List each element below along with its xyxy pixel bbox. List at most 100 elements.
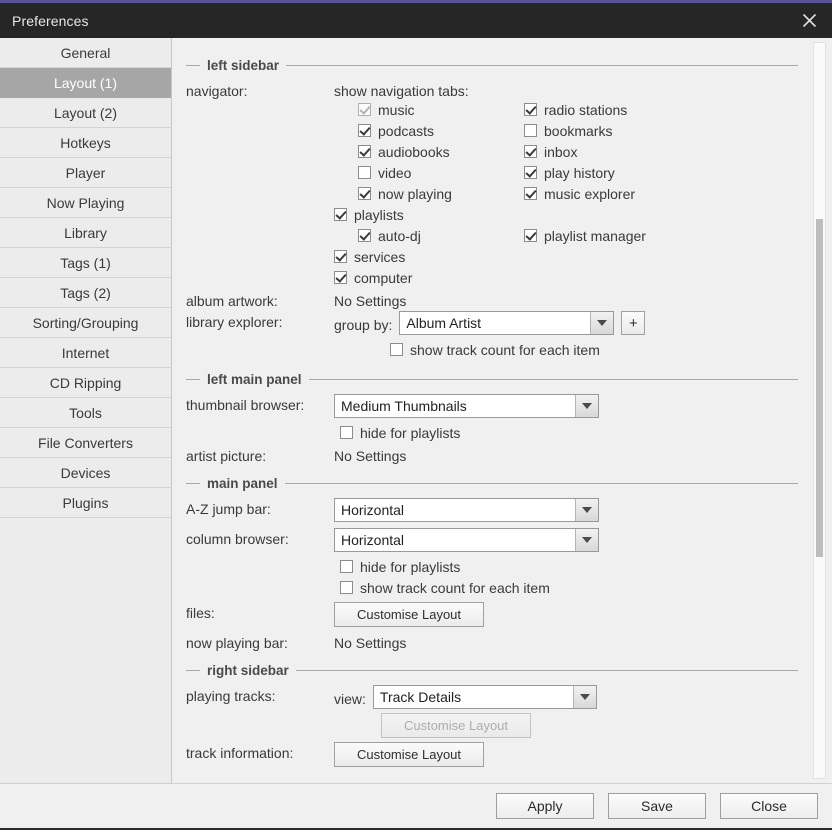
checkbox-row-column-hide-for-playlists[interactable]: hide for playlists (340, 556, 798, 577)
row-album-artwork: album artwork: No Settings (186, 290, 798, 309)
thumbnail-browser-dropdown[interactable]: Medium Thumbnails (334, 394, 599, 418)
sidebar-item-now-playing[interactable]: Now Playing (0, 188, 171, 218)
section-header-left-sidebar: left sidebar (186, 56, 798, 74)
az-jump-bar-field: Horizontal (334, 498, 798, 522)
playing-tracks-field: view: Track Details Customise Layout (334, 685, 798, 738)
track-information-customise-layout-button[interactable]: Customise Layout (334, 742, 484, 767)
sidebar-item-tags-2[interactable]: Tags (2) (0, 278, 171, 308)
checkbox-thumbnail-hide-for-playlists[interactable] (340, 426, 353, 439)
checkbox-row-playlists[interactable]: playlists (334, 204, 524, 225)
sidebar-item-plugins[interactable]: Plugins (0, 488, 171, 518)
checkbox-radio-stations[interactable] (524, 103, 537, 116)
checkbox-row-video[interactable]: video (358, 162, 524, 183)
checkbox-row-podcasts[interactable]: podcasts (358, 120, 524, 141)
checkbox-row-radio-stations[interactable]: radio stations (524, 99, 798, 120)
section-title: left main panel (207, 372, 302, 387)
content-scrollbar[interactable] (813, 42, 826, 779)
checkbox-music-explorer[interactable] (524, 187, 537, 200)
checkbox-audiobooks[interactable] (358, 145, 371, 158)
add-group-by-button[interactable]: + (621, 311, 645, 335)
checkbox-row-inbox[interactable]: inbox (524, 141, 798, 162)
sidebar-item-library[interactable]: Library (0, 218, 171, 248)
checkbox-auto-dj[interactable] (358, 229, 371, 242)
checkbox-row-computer[interactable]: computer (334, 267, 524, 288)
scrollbar-thumb[interactable] (816, 219, 823, 557)
checkbox-podcasts[interactable] (358, 124, 371, 137)
row-now-playing-bar: now playing bar: No Settings (186, 632, 798, 651)
sidebar-item-layout-1[interactable]: Layout (1) (0, 68, 171, 98)
nav-item-label: Library (64, 225, 107, 241)
checkbox-now-playing[interactable] (358, 187, 371, 200)
checkbox-music[interactable] (358, 103, 371, 116)
checkbox-row-music[interactable]: music (358, 99, 524, 120)
checkbox-row-column-show-track-count[interactable]: show track count for each item (340, 577, 798, 598)
now-playing-bar-field: No Settings (334, 632, 798, 651)
column-browser-dropdown[interactable]: Horizontal (334, 528, 599, 552)
sidebar-item-general[interactable]: General (0, 38, 171, 68)
nav-item-label: Sorting/Grouping (33, 315, 139, 331)
checkbox-services[interactable] (334, 250, 347, 263)
playing-tracks-customise-layout-button[interactable]: Customise Layout (381, 713, 531, 738)
nav-item-label: Plugins (63, 495, 109, 511)
group-by-dropdown[interactable]: Album Artist (399, 311, 614, 335)
checkbox-row-play-history[interactable]: play history (524, 162, 798, 183)
column-browser-field: Horizontal hide for playlists show track… (334, 528, 798, 598)
view-dropdown[interactable]: Track Details (373, 685, 597, 709)
checkbox-row-music-explorer[interactable]: music explorer (524, 183, 798, 204)
sidebar-item-sorting-grouping[interactable]: Sorting/Grouping (0, 308, 171, 338)
checkbox-playlists[interactable] (334, 208, 347, 221)
checkbox-label: inbox (544, 144, 577, 160)
section-rule (285, 483, 798, 484)
dialog-footer: Apply Save Close (0, 783, 832, 828)
checkbox-row-auto-dj[interactable]: auto-dj (358, 225, 524, 246)
sidebar-item-tags-1[interactable]: Tags (1) (0, 248, 171, 278)
files-field: Customise Layout (334, 602, 798, 627)
checkbox-row-playlist-manager[interactable]: playlist manager (524, 225, 798, 246)
checkbox-label: services (354, 249, 405, 265)
checkbox-row-library-show-track-count[interactable]: show track count for each item (390, 339, 798, 360)
sidebar-item-layout-2[interactable]: Layout (2) (0, 98, 171, 128)
sidebar-item-player[interactable]: Player (0, 158, 171, 188)
chevron-down-icon (573, 686, 596, 708)
navigator-label: navigator: (186, 80, 334, 99)
close-button[interactable]: Close (720, 793, 818, 819)
row-artist-picture: artist picture: No Settings (186, 445, 798, 464)
sidebar-item-hotkeys[interactable]: Hotkeys (0, 128, 171, 158)
column-browser-value: Horizontal (335, 529, 575, 551)
az-jump-bar-dropdown[interactable]: Horizontal (334, 498, 599, 522)
checkbox-row-bookmarks[interactable]: bookmarks (524, 120, 798, 141)
save-button[interactable]: Save (608, 793, 706, 819)
window-title: Preferences (0, 13, 89, 29)
close-icon[interactable] (786, 3, 832, 38)
checkbox-row-thumbnail-hide-for-playlists[interactable]: hide for playlists (340, 422, 798, 443)
checkbox-row-audiobooks[interactable]: audiobooks (358, 141, 524, 162)
checkbox-row-now-playing[interactable]: now playing (358, 183, 524, 204)
checkbox-inbox[interactable] (524, 145, 537, 158)
sidebar-item-tools[interactable]: Tools (0, 398, 171, 428)
checkbox-play-history[interactable] (524, 166, 537, 179)
checkbox-computer[interactable] (334, 271, 347, 284)
checkbox-library-show-track-count[interactable] (390, 343, 403, 356)
checkbox-label: show track count for each item (410, 342, 600, 358)
section-dash (186, 670, 200, 671)
row-library-explorer: library explorer: group by: Album Artist… (186, 311, 798, 360)
album-artwork-label: album artwork: (186, 290, 334, 309)
checkbox-row-services[interactable]: services (334, 246, 524, 267)
checkbox-bookmarks[interactable] (524, 124, 537, 137)
sidebar-item-cd-ripping[interactable]: CD Ripping (0, 368, 171, 398)
apply-button[interactable]: Apply (496, 793, 594, 819)
sidebar-item-file-converters[interactable]: File Converters (0, 428, 171, 458)
files-customise-layout-button[interactable]: Customise Layout (334, 602, 484, 627)
checkbox-playlist-manager[interactable] (524, 229, 537, 242)
checkbox-column-hide-for-playlists[interactable] (340, 560, 353, 573)
sidebar-item-devices[interactable]: Devices (0, 458, 171, 488)
nav-item-label: General (61, 45, 111, 61)
nav-item-label: CD Ripping (50, 375, 122, 391)
checkbox-label: music (378, 102, 415, 118)
nav-item-label: Layout (2) (54, 105, 117, 121)
checkbox-column-show-track-count[interactable] (340, 581, 353, 594)
checkbox-label: podcasts (378, 123, 434, 139)
view-control: view: Track Details (334, 685, 798, 709)
sidebar-item-internet[interactable]: Internet (0, 338, 171, 368)
checkbox-video[interactable] (358, 166, 371, 179)
